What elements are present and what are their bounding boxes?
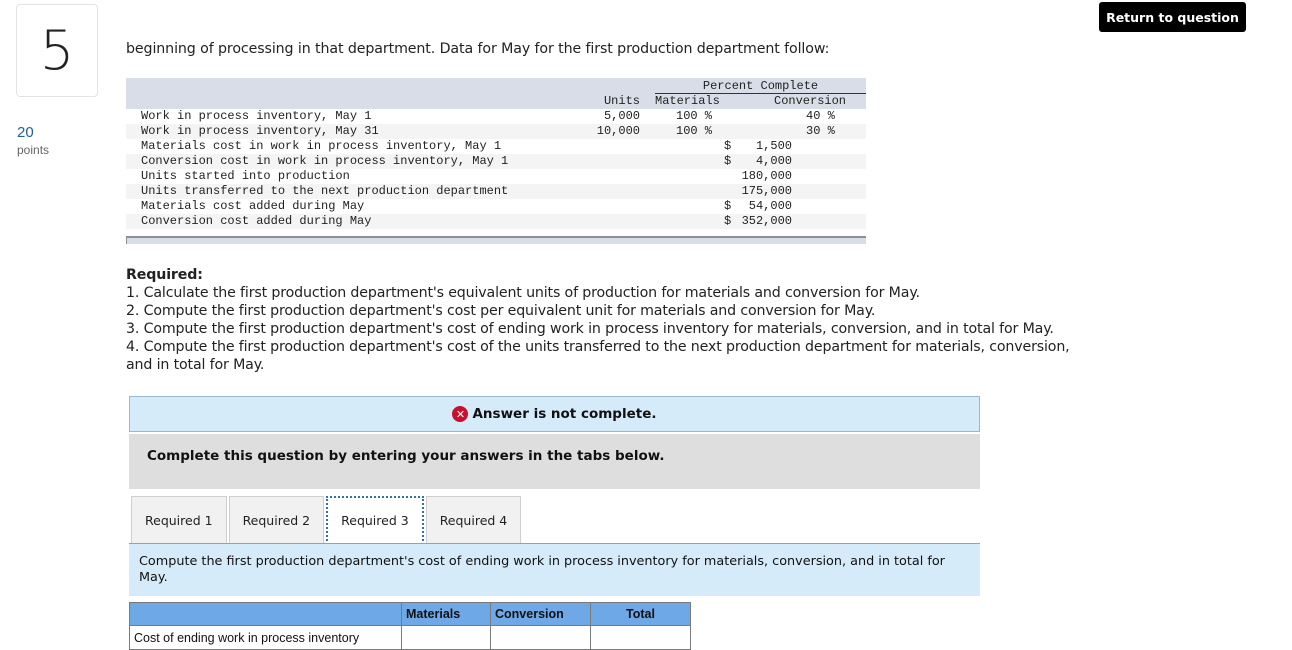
x-circle-icon: ✕	[452, 406, 469, 422]
row-amount: 180,000	[741, 169, 792, 183]
tab-required-4[interactable]: Required 4	[425, 496, 522, 544]
row-label: Cost of ending work in process inventory	[129, 625, 402, 650]
intro-text: beginning of processing in that departme…	[126, 41, 830, 57]
table-row: Work in process inventory, May 1 5,000 1…	[126, 109, 866, 124]
table-row: Units transferred to the next production…	[126, 184, 866, 199]
answer-table-header-row: Materials Conversion Total	[129, 602, 691, 626]
required-title: Required:	[126, 267, 203, 283]
table-row: Work in process inventory, May 31 10,000…	[126, 124, 866, 139]
percent-complete-header: Percent Complete	[655, 79, 866, 94]
table-row: Cost of ending work in process inventory	[129, 625, 691, 650]
row-amount: 1,500	[755, 139, 792, 153]
required-tabs: Required 1 Required 2 Required 3 Require…	[131, 496, 523, 545]
row-currency: $	[724, 214, 732, 228]
tab-required-3[interactable]: Required 3	[326, 496, 424, 545]
row-amount: 54,000	[748, 199, 792, 213]
row-conversion-percent: 40 %	[806, 109, 835, 123]
row-label: Units transferred to the next production…	[141, 184, 509, 198]
row-label: Work in process inventory, May 1	[141, 109, 372, 123]
tab-panel-prompt: Compute the first production department'…	[129, 544, 980, 596]
row-amount: 175,000	[741, 184, 792, 198]
row-label: Conversion cost added during May	[141, 214, 372, 228]
materials-column-header: Materials	[655, 94, 720, 108]
materials-cell	[401, 625, 491, 650]
required-item-1: 1. Calculate the first production depart…	[126, 285, 920, 301]
table-row: Units started into production 180,000	[126, 169, 866, 184]
total-column-header: Total	[590, 602, 691, 626]
conversion-input[interactable]	[495, 627, 586, 648]
required-item-3: 3. Compute the first production departme…	[126, 321, 1054, 337]
answer-table: Materials Conversion Total Cost of endin…	[129, 602, 691, 650]
tab-required-2[interactable]: Required 2	[228, 496, 325, 544]
row-label: Materials cost in work in process invent…	[141, 139, 502, 153]
instruction-bar: Complete this question by entering your …	[129, 434, 980, 489]
table-row: Materials cost added during May $54,000	[126, 199, 866, 214]
label-column-header	[129, 602, 402, 626]
row-materials-percent: 100 %	[676, 109, 713, 123]
table-row: Conversion cost added during May $352,00…	[126, 214, 866, 229]
table-row: Conversion cost in work in process inven…	[126, 154, 866, 169]
data-table-header: Percent Complete Units Materials Convers…	[126, 78, 866, 109]
table-row: Materials cost in work in process invent…	[126, 139, 866, 154]
total-cell	[590, 625, 691, 650]
data-table-footer	[126, 236, 866, 244]
row-units: 5,000	[603, 109, 640, 123]
required-item-4: 4. Compute the first production departme…	[126, 339, 1070, 373]
tab-prompt-text: Compute the first production department'…	[139, 554, 945, 585]
row-label: Units started into production	[141, 169, 350, 183]
row-currency: $	[724, 154, 732, 168]
points-value: 20	[17, 124, 34, 141]
conversion-cell	[490, 625, 591, 650]
required-item-2: 2. Compute the first production departme…	[126, 303, 876, 319]
row-units: 10,000	[596, 124, 640, 138]
conversion-column-header: Conversion	[490, 602, 591, 626]
row-currency: $	[724, 139, 732, 153]
row-currency: $	[724, 199, 732, 213]
row-label: Work in process inventory, May 31	[141, 124, 379, 138]
points-label: points	[17, 143, 50, 157]
instruction-text: Complete this question by entering your …	[147, 448, 665, 464]
row-label: Conversion cost in work in process inven…	[141, 154, 509, 168]
materials-column-header: Materials	[401, 602, 491, 626]
row-conversion-percent: 30 %	[806, 124, 835, 138]
units-column-header: Units	[603, 94, 640, 108]
row-amount: 352,000	[741, 214, 792, 228]
data-table-body: Work in process inventory, May 1 5,000 1…	[126, 109, 866, 229]
row-label: Materials cost added during May	[141, 199, 365, 213]
answer-status-bar: ✕ Answer is not complete.	[129, 396, 980, 432]
question-number: 5	[16, 4, 98, 97]
answer-status-message: Answer is not complete.	[472, 406, 657, 422]
return-to-question-button[interactable]: Return to question	[1099, 2, 1246, 32]
required-section: Required: 1. Calculate the first product…	[126, 266, 1076, 374]
conversion-column-header: Conversion	[774, 94, 847, 108]
row-amount: 4,000	[755, 154, 792, 168]
total-input[interactable]	[595, 627, 686, 648]
row-materials-percent: 100 %	[676, 124, 713, 138]
tab-required-1[interactable]: Required 1	[131, 496, 227, 544]
materials-input[interactable]	[406, 627, 486, 648]
production-data-table: Percent Complete Units Materials Convers…	[126, 78, 866, 244]
